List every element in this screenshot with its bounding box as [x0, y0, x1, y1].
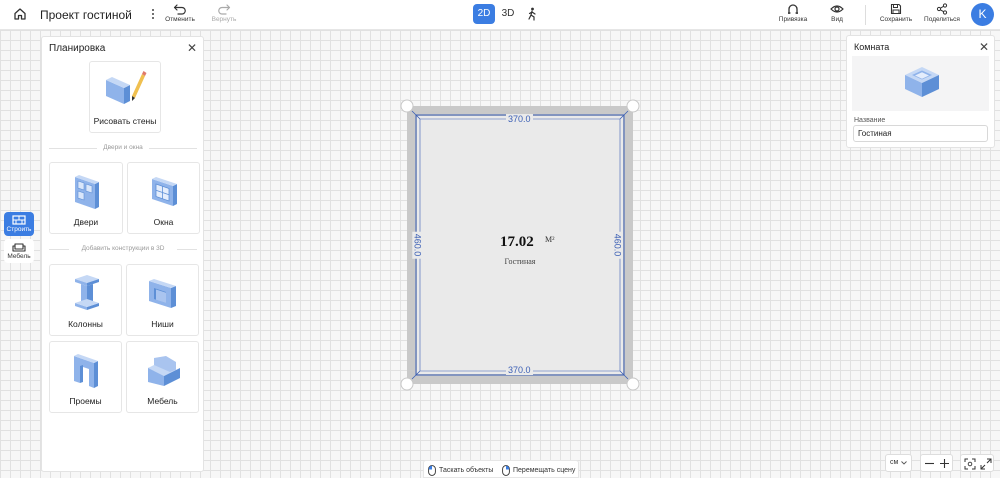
user-avatar[interactable]: K [971, 3, 994, 26]
room-name-input[interactable]: Гостиная [853, 125, 988, 142]
draw-walls-icon [106, 71, 147, 104]
room-area: 17.02 [500, 234, 534, 250]
sidebar-tabs: Строить Мебель [4, 212, 34, 266]
save-icon [890, 3, 902, 15]
dimension-right[interactable]: 460.0 [612, 231, 623, 259]
view-button[interactable]: Вид [817, 3, 857, 23]
view-controls [960, 454, 994, 472]
zoom-out-icon[interactable] [924, 458, 935, 469]
interaction-mode-bar: Таскать объекты Перемещать сцену [423, 460, 579, 478]
doors-card[interactable]: Двери [49, 162, 123, 234]
panel-title: Планировка [49, 43, 106, 54]
drag-objects-button[interactable]: Таскать объекты [428, 465, 493, 476]
openings-card[interactable]: Проемы [49, 341, 122, 413]
columns-card[interactable]: Колонны [49, 264, 122, 336]
dimension-bottom[interactable]: 370.0 [506, 365, 533, 375]
furniture-card[interactable]: Мебель [126, 341, 199, 413]
toolbar-divider [865, 5, 866, 25]
share-icon [936, 3, 948, 15]
tab-build[interactable]: Строить [4, 212, 34, 236]
walking-person-icon [528, 7, 536, 21]
corner-handle[interactable] [400, 99, 414, 113]
section-divider-doors: Двери и окна [49, 143, 197, 153]
room-thumbnail [852, 56, 989, 111]
sofa-icon [12, 243, 26, 252]
zoom-in-icon[interactable] [939, 458, 950, 469]
more-menu-icon[interactable] [150, 8, 156, 22]
section-divider-constructions: Добавить конструкции в 3D [49, 244, 197, 254]
area-unit: M² [545, 235, 555, 244]
niches-card[interactable]: Ниши [126, 264, 199, 336]
redo-button[interactable]: Вернуть [204, 3, 244, 23]
corner-handle[interactable] [626, 99, 640, 113]
layout-panel: Планировка ✕ Рисовать стены Двери и окна… [41, 36, 204, 472]
walk-mode-button[interactable] [521, 4, 543, 24]
chevron-down-icon [901, 461, 907, 465]
windows-card[interactable]: Окна [127, 162, 200, 234]
undo-icon [173, 4, 186, 15]
zoom-controls [920, 454, 953, 472]
tab-furniture[interactable]: Мебель [4, 239, 34, 263]
mouse-right-icon [502, 465, 510, 476]
fit-to-screen-icon[interactable] [964, 458, 976, 470]
snap-button[interactable]: Привязка [773, 3, 813, 23]
home-icon[interactable] [13, 7, 27, 21]
column-icon [75, 275, 99, 310]
opening-icon [74, 354, 98, 388]
redo-icon [218, 4, 231, 15]
door-icon [75, 175, 99, 209]
niche-icon [149, 279, 176, 308]
undo-button[interactable]: Отменить [160, 3, 200, 23]
view-mode-switch: 2D 3D [473, 4, 543, 24]
panel-title: Комната [854, 42, 890, 52]
dimension-left[interactable]: 460.0 [412, 231, 423, 259]
name-field-label: Название [854, 117, 886, 124]
mode-2d-button[interactable]: 2D [473, 4, 495, 24]
mouse-left-icon [428, 465, 436, 476]
fullscreen-icon[interactable] [980, 458, 992, 470]
dimension-top[interactable]: 370.0 [506, 114, 533, 124]
corner-handle[interactable] [400, 377, 414, 391]
project-title[interactable]: Проект гостиной [40, 8, 132, 22]
close-icon[interactable]: ✕ [979, 41, 989, 53]
eye-icon [830, 5, 844, 13]
unit-select[interactable]: см [885, 454, 912, 472]
top-toolbar: Проект гостиной Отменить Вернуть 2D 3D П… [0, 0, 1000, 30]
window-icon [152, 177, 177, 206]
room-properties-panel: Комната ✕ Название Гостиная [846, 35, 995, 148]
move-scene-button[interactable]: Перемещать сцену [502, 465, 575, 476]
mode-3d-button[interactable]: 3D [497, 4, 519, 24]
armchair-icon [148, 356, 180, 386]
close-icon[interactable]: ✕ [187, 42, 197, 54]
room-icon [905, 67, 939, 97]
corner-handle[interactable] [626, 377, 640, 391]
share-button[interactable]: Поделиться [922, 3, 962, 23]
save-button[interactable]: Сохранить [876, 3, 916, 23]
build-icon [12, 215, 26, 225]
magnet-icon [788, 4, 798, 14]
draw-walls-card[interactable]: Рисовать стены [89, 61, 161, 133]
room-name-label: Гостиная [504, 257, 536, 266]
